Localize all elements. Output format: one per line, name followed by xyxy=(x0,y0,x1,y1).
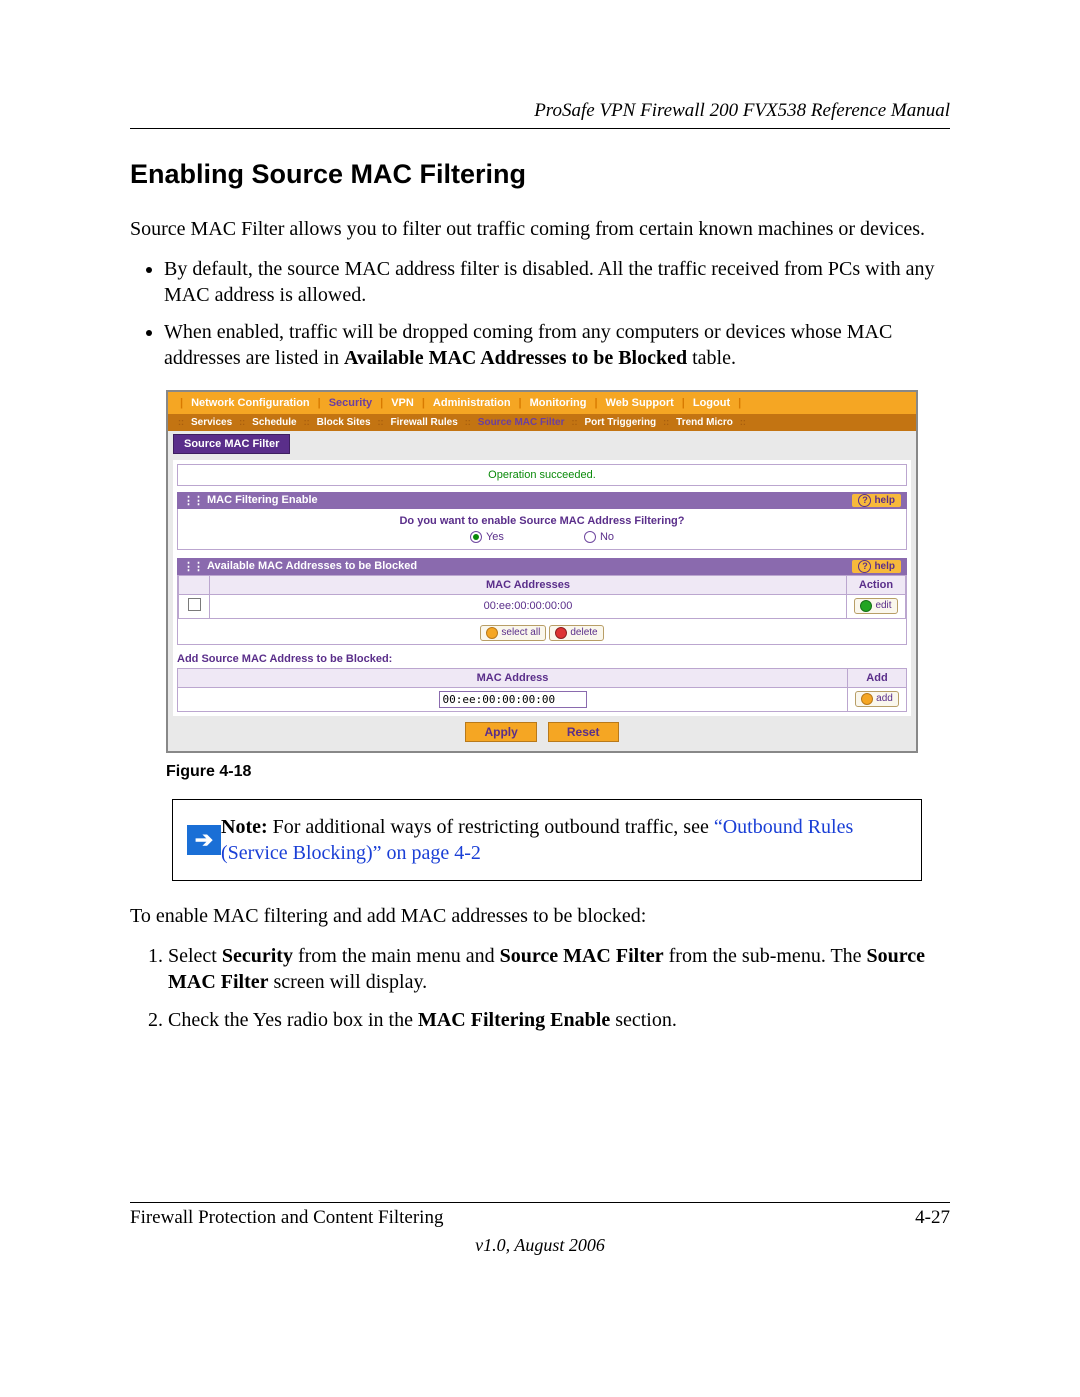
edit-button[interactable]: edit xyxy=(854,598,897,614)
subnav-port-triggering[interactable]: Port Triggering xyxy=(581,416,659,429)
main-nav-bar: | Network Configuration| Security| VPN| … xyxy=(168,392,916,414)
nav-vpn[interactable]: VPN xyxy=(387,395,418,411)
help-icon: ? xyxy=(858,494,871,507)
subnav-trend-micro[interactable]: Trend Micro xyxy=(673,416,736,429)
note-arrow-icon: ➔ xyxy=(187,825,221,855)
col-add: Add xyxy=(848,668,907,687)
step-item: Select Security from the main menu and S… xyxy=(168,943,950,996)
select-all-icon xyxy=(486,627,498,639)
figure-caption: Figure 4-18 xyxy=(166,763,950,781)
footer-page-number: 4-27 xyxy=(915,1207,950,1229)
embedded-ui-figure: | Network Configuration| Security| VPN| … xyxy=(166,390,918,753)
help-link[interactable]: ? help xyxy=(852,494,901,507)
edit-icon xyxy=(860,600,872,612)
sub-nav-bar: :: Services:: Schedule:: Block Sites:: F… xyxy=(168,414,916,431)
post-note-paragraph: To enable MAC filtering and add MAC addr… xyxy=(130,903,950,929)
reset-button[interactable]: Reset xyxy=(548,722,619,742)
running-header: ProSafe VPN Firewall 200 FVX538 Referenc… xyxy=(130,100,950,122)
note-box: ➔ Note: For additional ways of restricti… xyxy=(172,799,922,881)
top-divider xyxy=(130,128,950,129)
add-button[interactable]: add xyxy=(855,691,899,707)
nav-web-support[interactable]: Web Support xyxy=(602,395,678,411)
panel-title: MAC Filtering Enable xyxy=(207,494,318,506)
step-item: Check the Yes radio box in the MAC Filte… xyxy=(168,1007,950,1033)
delete-icon xyxy=(555,627,567,639)
operation-status: Operation succeeded. xyxy=(177,464,907,486)
content-area: Operation succeeded. ⋮⋮ MAC Filtering En… xyxy=(173,460,911,745)
add-section-heading: Add Source MAC Address to be Blocked: xyxy=(177,653,907,665)
table-row: 00:ee:00:00:00:00 edit xyxy=(179,594,906,618)
table-header-row: MAC Addresses Action xyxy=(179,575,906,594)
radio-icon xyxy=(470,531,482,543)
add-icon xyxy=(861,693,873,705)
panel-title: Available MAC Addresses to be Blocked xyxy=(207,560,417,572)
footer-row: Firewall Protection and Content Filterin… xyxy=(130,1207,950,1229)
page-tab-row: Source MAC Filter xyxy=(168,431,916,457)
table-header-row: MAC Address Add xyxy=(178,668,907,687)
nav-network-configuration[interactable]: Network Configuration xyxy=(187,395,314,411)
nav-logout[interactable]: Logout xyxy=(689,395,734,411)
footer-version: v1.0, August 2006 xyxy=(130,1235,950,1256)
mac-address-cell: 00:ee:00:00:00:00 xyxy=(210,594,847,618)
col-mac-addresses: MAC Addresses xyxy=(210,575,847,594)
subnav-services[interactable]: Services xyxy=(188,416,235,429)
steps-list: Select Security from the main menu and S… xyxy=(130,943,950,1034)
radio-no[interactable]: No xyxy=(584,531,614,543)
subnav-block-sites[interactable]: Block Sites xyxy=(314,416,374,429)
nav-security[interactable]: Security xyxy=(325,395,376,411)
enable-question: Do you want to enable Source MAC Address… xyxy=(184,515,900,527)
radio-yes[interactable]: Yes xyxy=(470,531,504,543)
nav-administration[interactable]: Administration xyxy=(429,395,515,411)
mac-addresses-table: MAC Addresses Action 00:ee:00:00:00:00 e… xyxy=(178,575,906,619)
subnav-firewall-rules[interactable]: Firewall Rules xyxy=(388,416,461,429)
table-row: add xyxy=(178,687,907,711)
bottom-divider xyxy=(130,1202,950,1203)
available-mac-panel: ⋮⋮ Available MAC Addresses to be Blocked… xyxy=(177,558,907,645)
bullet-list: By default, the source MAC address filte… xyxy=(130,256,950,372)
subnav-source-mac-filter[interactable]: Source MAC Filter xyxy=(475,416,568,429)
mac-filtering-enable-panel: ⋮⋮ MAC Filtering Enable ? help Do you wa… xyxy=(177,492,907,550)
row-checkbox[interactable] xyxy=(188,598,201,611)
note-text: Note: For additional ways of restricting… xyxy=(221,814,907,866)
section-heading: Enabling Source MAC Filtering xyxy=(130,159,950,190)
bullet-item: By default, the source MAC address filte… xyxy=(164,256,950,309)
grip-icon: ⋮⋮ xyxy=(183,560,203,573)
subnav-schedule[interactable]: Schedule xyxy=(249,416,299,429)
radio-icon xyxy=(584,531,596,543)
delete-button[interactable]: delete xyxy=(549,625,603,641)
help-link[interactable]: ? help xyxy=(852,560,901,573)
mac-address-input[interactable] xyxy=(439,691,587,708)
col-mac-address: MAC Address xyxy=(178,668,848,687)
nav-monitoring[interactable]: Monitoring xyxy=(526,395,591,411)
help-icon: ? xyxy=(858,560,871,573)
bullet-item: When enabled, traffic will be dropped co… xyxy=(164,319,950,372)
page-tab-source-mac-filter[interactable]: Source MAC Filter xyxy=(173,434,290,454)
apply-button[interactable]: Apply xyxy=(465,722,536,742)
add-mac-table: MAC Address Add add xyxy=(177,668,907,712)
intro-paragraph: Source MAC Filter allows you to filter o… xyxy=(130,216,950,242)
select-all-button[interactable]: select all xyxy=(480,625,546,641)
col-action: Action xyxy=(847,575,906,594)
col-checkbox xyxy=(179,575,210,594)
grip-icon: ⋮⋮ xyxy=(183,494,203,507)
footer-chapter: Firewall Protection and Content Filterin… xyxy=(130,1207,443,1229)
